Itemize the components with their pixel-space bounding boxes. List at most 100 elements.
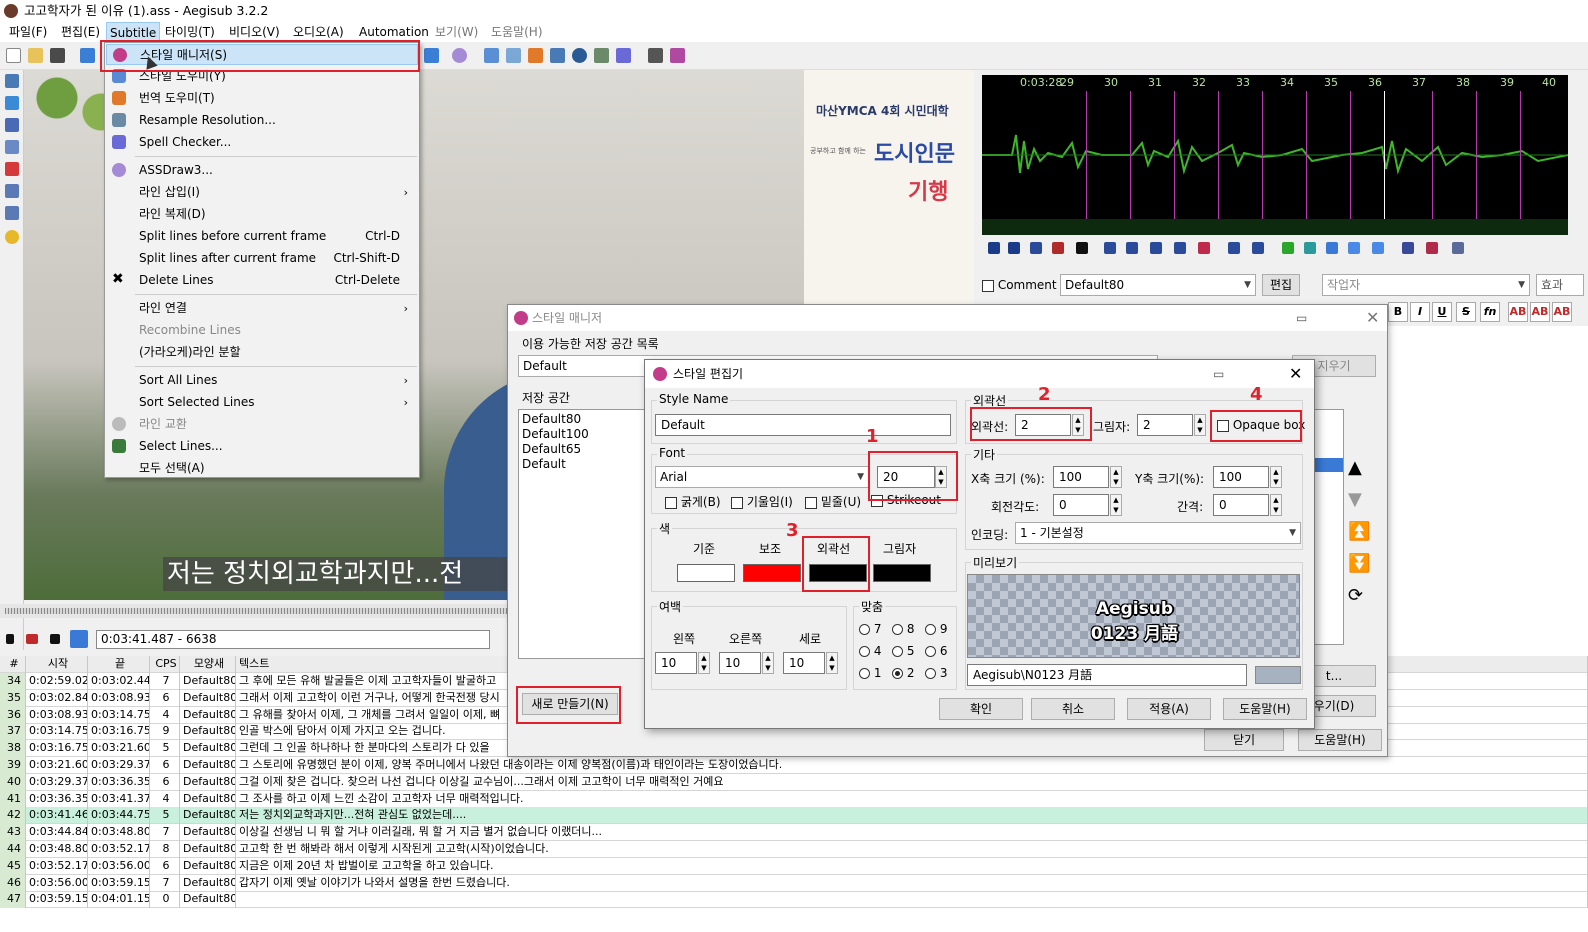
assdraw-icon[interactable] — [452, 48, 467, 63]
close-icon[interactable]: ✕ — [1366, 305, 1379, 331]
storage-item[interactable]: Default — [522, 457, 566, 471]
font-select[interactable]: Arial ▼ — [655, 466, 869, 488]
spacing-spinner[interactable]: ▲ ▼ — [1270, 494, 1282, 516]
alignment-option-9[interactable]: 9 — [925, 622, 947, 636]
scale-y-input[interactable]: 100 — [1213, 466, 1269, 488]
close-icon[interactable]: ✕ — [1289, 360, 1302, 388]
storage-item[interactable]: Default65 — [522, 442, 581, 456]
menu-item-spell-checker[interactable]: Spell Checker... — [106, 132, 418, 153]
radio-button[interactable] — [859, 668, 870, 679]
spell-check-icon[interactable] — [616, 48, 631, 63]
edit-style-button[interactable]: 편집 — [1262, 274, 1300, 296]
menu-item-insert-line[interactable]: 라인 삽입(I) › — [106, 182, 418, 203]
menu-automation[interactable]: Automation — [356, 22, 432, 42]
help-button[interactable]: 도움말(H) — [1298, 729, 1382, 751]
menu-subtitle[interactable]: Subtitle — [106, 22, 161, 42]
alignment-option-8[interactable]: 8 — [892, 622, 914, 636]
scale-y-spinner[interactable]: ▲ ▼ — [1270, 466, 1282, 488]
menu-item-delete-lines[interactable]: ✖ Delete Lines Ctrl-Delete — [106, 270, 418, 291]
strikeout-button[interactable]: S — [1456, 302, 1476, 322]
menu-audio[interactable]: 오디오(A) — [290, 22, 347, 42]
bold-checkbox[interactable] — [665, 496, 677, 509]
menu-item-karaoke-split[interactable]: (가라오케)라인 분할 — [106, 342, 418, 363]
style-name-input[interactable]: Default — [655, 414, 951, 436]
open-file-icon[interactable] — [28, 48, 43, 63]
radio-button[interactable] — [892, 668, 903, 679]
actor-select[interactable]: 작업자 ▼ — [1322, 274, 1530, 296]
encoding-select[interactable]: 1 - 기본설정 ▼ — [1015, 522, 1301, 544]
play-line-icon[interactable] — [26, 634, 38, 644]
menu-item-sort-all[interactable]: Sort All Lines › — [106, 370, 418, 391]
margin-left-spinner[interactable]: ▲ ▼ — [698, 652, 710, 674]
storage-item[interactable]: Default100 — [522, 427, 589, 441]
radio-button[interactable] — [892, 646, 903, 657]
open-video-icon[interactable] — [80, 48, 95, 63]
menu-item-select-lines[interactable]: Select Lines... — [106, 436, 418, 457]
storage-item[interactable]: Default80 — [522, 412, 581, 426]
help-button[interactable]: 도움말(H) — [1223, 698, 1307, 720]
effect-field[interactable]: 효과 — [1536, 274, 1584, 296]
radio-button[interactable] — [859, 624, 870, 635]
menu-item-assdraw[interactable]: ASSDraw3... — [106, 160, 418, 181]
color1-button[interactable]: AB — [1508, 302, 1528, 322]
menu-video[interactable]: 비디오(V) — [226, 22, 283, 42]
auto-scroll-icon[interactable] — [1348, 242, 1360, 254]
alignment-option-1[interactable]: 1 — [859, 666, 881, 680]
rotate-xy-icon[interactable] — [5, 140, 19, 154]
style-select[interactable]: Default80 ▼ — [1060, 274, 1256, 296]
scale-tool-icon[interactable] — [5, 162, 19, 176]
timing-mode-icon[interactable] — [1452, 242, 1464, 254]
bold-checkbox-wrap[interactable]: 굵게(B) — [665, 493, 721, 510]
play-begin-icon[interactable] — [1126, 242, 1138, 254]
cancel-button[interactable]: 취소 — [1031, 698, 1115, 720]
underline-button[interactable]: U — [1432, 302, 1452, 322]
play-current-icon[interactable] — [1052, 242, 1064, 254]
prev-line-icon[interactable] — [988, 242, 1000, 254]
color3-button[interactable]: AB — [1552, 302, 1572, 322]
menu-item-swap-lines[interactable]: 라인 교환 — [106, 414, 418, 435]
apply-button[interactable]: 적용(A) — [1127, 698, 1211, 720]
move-bottom-icon[interactable]: ⏬ — [1348, 553, 1370, 574]
scale-x-spinner[interactable]: ▲ ▼ — [1110, 466, 1122, 488]
menu-item-split-before[interactable]: Split lines before current frame Ctrl-D — [106, 226, 418, 247]
go-to-icon[interactable] — [1304, 242, 1316, 254]
scale-x-input[interactable]: 100 — [1053, 466, 1109, 488]
italic-button[interactable]: I — [1410, 302, 1430, 322]
commit-icon[interactable] — [1282, 242, 1294, 254]
menu-item-duplicate-line[interactable]: 라인 복제(D) — [106, 204, 418, 225]
alignment-option-6[interactable]: 6 — [925, 644, 947, 658]
clip-tool-icon[interactable] — [5, 184, 19, 198]
spacing-input[interactable]: 0 — [1213, 494, 1269, 516]
pause-icon[interactable] — [50, 634, 60, 644]
lead-in-icon[interactable] — [1228, 242, 1240, 254]
play-icon[interactable] — [6, 634, 14, 644]
sort-icon[interactable]: ⟳ — [1348, 585, 1363, 606]
table-row[interactable]: 40 0:03:29.37 0:03:36.35 6 Default80 그걸 이제 찾은… — [0, 773, 1588, 791]
shadow-input[interactable]: 2 — [1137, 414, 1193, 436]
automation-icon[interactable] — [670, 48, 685, 63]
vector-clip-icon[interactable] — [5, 206, 19, 220]
auto-next-icon[interactable] — [1372, 242, 1384, 254]
color2-button[interactable]: AB — [1530, 302, 1550, 322]
audio-waveform[interactable]: 0:03:28 29 30 31 32 33 34 35 36 37 38 39… — [982, 75, 1569, 235]
menu-item-translation-assistant[interactable]: 번역 도우미(T) — [106, 88, 418, 109]
play-to-end-icon[interactable] — [1198, 242, 1210, 254]
next-line-icon[interactable] — [1008, 242, 1020, 254]
video-time-display[interactable]: 0:03:41.487 - 6638 — [96, 630, 490, 649]
clock-icon[interactable] — [572, 48, 587, 63]
menu-edit[interactable]: 편집(E) — [58, 22, 103, 42]
lead-out-icon[interactable] — [1252, 242, 1264, 254]
stop-icon[interactable] — [1076, 242, 1088, 254]
menu-item-join-lines[interactable]: 라인 연결 › — [106, 298, 418, 319]
alignment-option-3[interactable]: 3 — [925, 666, 947, 680]
color-shadow-swatch[interactable] — [873, 564, 931, 582]
font-button[interactable]: fn — [1480, 302, 1500, 322]
shift-times-icon[interactable] — [484, 48, 499, 63]
new-file-icon[interactable] — [6, 48, 21, 63]
margin-right-spinner[interactable]: ▲ ▼ — [762, 652, 774, 674]
play-after-icon[interactable] — [1174, 242, 1186, 254]
selection-start-marker[interactable] — [1384, 91, 1385, 219]
menu-file[interactable]: 파일(F) — [6, 22, 50, 42]
help-icon[interactable] — [5, 230, 19, 244]
menu-item-split-after[interactable]: Split lines after current frame Ctrl-Shif… — [106, 248, 418, 269]
